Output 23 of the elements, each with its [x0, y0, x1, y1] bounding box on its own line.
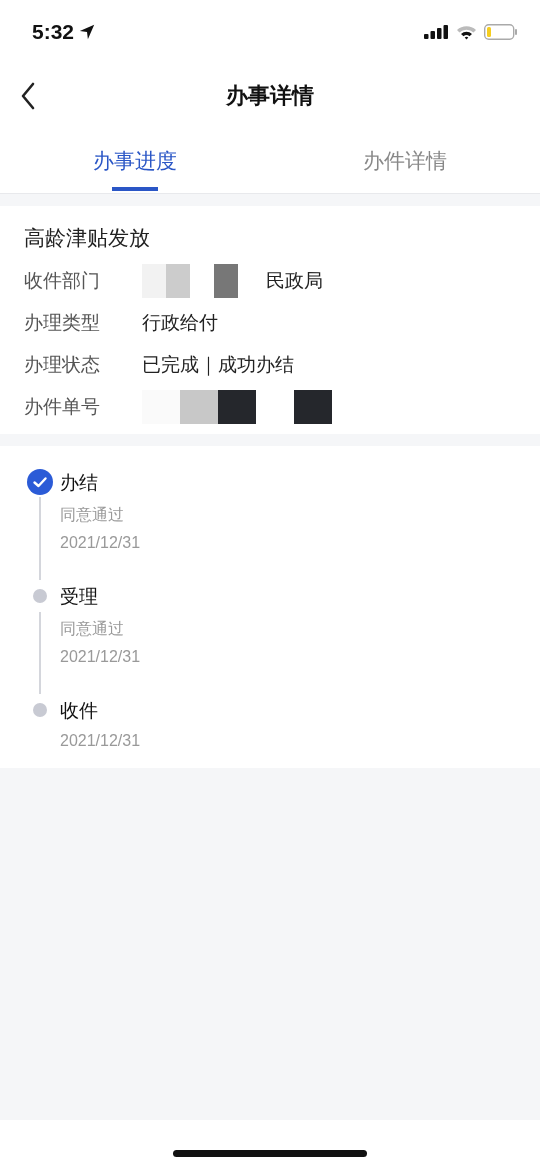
status-time: 5:32	[32, 20, 75, 44]
step-date: 2021/12/31	[60, 533, 141, 553]
step-note: 同意通过	[60, 504, 125, 526]
field-value: 民政局	[266, 268, 323, 293]
signal-icon	[424, 25, 449, 39]
field-label: 办件单号	[24, 394, 101, 419]
step-date: 2021/12/31	[60, 647, 141, 667]
step-title: 收件	[60, 698, 99, 723]
tab[interactable]: 办件详情	[270, 128, 540, 193]
step-note: 同意通过	[60, 618, 125, 640]
field-label: 办理状态	[24, 352, 101, 377]
step-title: 办结	[60, 470, 99, 495]
case-title: 高龄津贴发放	[24, 225, 151, 252]
step-title: 受理	[60, 584, 99, 609]
field-value: 已完成｜成功办结	[142, 352, 294, 378]
step-date: 2021/12/31	[60, 731, 141, 751]
field-value: 行政给付	[142, 310, 218, 335]
location-arrow-icon	[78, 23, 97, 41]
page-title: 办事详情	[226, 82, 314, 110]
field-label: 收件部门	[24, 268, 101, 293]
field-label: 办理类型	[24, 310, 101, 335]
wifi-icon	[456, 24, 477, 40]
battery-icon	[484, 24, 518, 40]
